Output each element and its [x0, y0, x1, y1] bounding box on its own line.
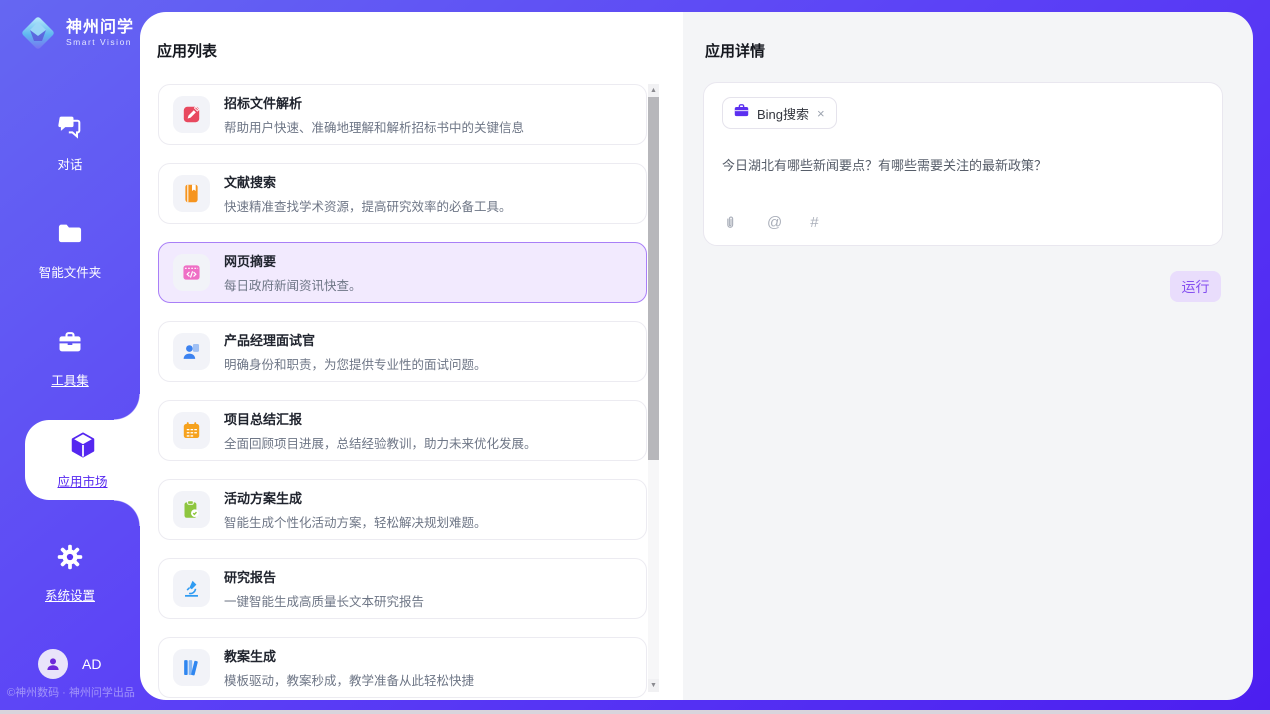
sidebar-footer: ©神州数码 · 神州问学出品 — [7, 684, 135, 700]
app-detail-panel: 应用详情 Bing搜索 × 今日湖北有哪些新闻要点？有哪些需要关注的最新政策？ — [683, 12, 1253, 700]
scrollbar[interactable]: ▲ ▼ — [648, 84, 659, 692]
calendar-icon — [173, 412, 210, 449]
brand: 神州问学 Smart Vision — [18, 13, 134, 53]
app-name: 项目总结汇报 — [224, 409, 537, 428]
app-name: 网页摘要 — [224, 251, 362, 270]
mention-icon[interactable]: @ — [767, 214, 782, 231]
app-list-title: 应用列表 — [157, 40, 217, 61]
app-card[interactable]: 网页摘要 每日政府新闻资讯快查。 — [158, 242, 647, 303]
sidebar-item-toolset[interactable]: 工具集 — [0, 328, 140, 389]
sidebar: 神州问学 Smart Vision 对话 智能文件夹 工具集 — [0, 0, 140, 710]
app-detail-title: 应用详情 — [705, 40, 765, 61]
scroll-down-button[interactable]: ▼ — [648, 679, 659, 692]
sidebar-item-label: 智能文件夹 — [39, 262, 102, 281]
app-card[interactable]: 项目总结汇报 全面回顾项目进展，总结经验教训，助力未来优化发展。 — [158, 400, 647, 461]
run-button[interactable]: 运行 — [1170, 271, 1221, 302]
avatar — [38, 649, 68, 679]
user-account[interactable]: AD — [38, 649, 101, 679]
app-card[interactable]: 产品经理面试官 明确身份和职责，为您提供专业性的面试问题。 — [158, 321, 647, 382]
app-list: 招标文件解析 帮助用户快速、准确地理解和解析招标书中的关键信息 文献搜索 快速精… — [158, 84, 648, 700]
gear-icon — [56, 543, 84, 576]
app-description: 模板驱动，教案秒成，教学准备从此轻松快捷 — [224, 670, 474, 689]
app-name: 文献搜索 — [224, 172, 512, 191]
app-description: 全面回顾项目进展，总结经验教训，助力未来优化发展。 — [224, 433, 537, 452]
prompt-text[interactable]: 今日湖北有哪些新闻要点？有哪些需要关注的最新政策？ — [722, 155, 1204, 174]
book-icon — [173, 175, 210, 212]
app-card[interactable]: 活动方案生成 智能生成个性化活动方案，轻松解决规划难题。 — [158, 479, 647, 540]
chat-icon — [56, 112, 84, 145]
app-name: 研究报告 — [224, 567, 424, 586]
cube-icon — [68, 430, 98, 465]
attachment-icon[interactable] — [722, 214, 739, 231]
app-card[interactable]: 研究报告 一键智能生成高质量长文本研究报告 — [158, 558, 647, 619]
research-icon — [173, 570, 210, 607]
app-description: 每日政府新闻资讯快查。 — [224, 275, 362, 294]
briefcase-icon — [733, 102, 750, 124]
sidebar-item-chat[interactable]: 对话 — [0, 112, 140, 173]
brand-subtitle: Smart Vision — [66, 37, 134, 47]
folder-icon — [56, 220, 84, 253]
sidebar-item-smart-folder[interactable]: 智能文件夹 — [0, 220, 140, 281]
app-card[interactable]: 文献搜索 快速精准查找学术资源，提高研究效率的必备工具。 — [158, 163, 647, 224]
sidebar-item-app-market[interactable]: 应用市场 — [25, 420, 140, 500]
sidebar-item-label: 对话 — [57, 154, 82, 173]
app-description: 快速精准查找学术资源，提高研究效率的必备工具。 — [224, 196, 512, 215]
tool-chip-bing-search[interactable]: Bing搜索 × — [722, 97, 837, 129]
sidebar-item-label: 系统设置 — [45, 585, 95, 604]
brand-name: 神州问学 — [66, 19, 134, 37]
app-card[interactable]: 招标文件解析 帮助用户快速、准确地理解和解析招标书中的关键信息 — [158, 84, 647, 145]
app-name: 产品经理面试官 — [224, 330, 487, 349]
tool-chip-label: Bing搜索 — [757, 104, 809, 123]
scroll-thumb[interactable] — [648, 97, 659, 460]
scroll-up-button[interactable]: ▲ — [648, 84, 659, 97]
app-description: 帮助用户快速、准确地理解和解析招标书中的关键信息 — [224, 117, 524, 136]
app-description: 明确身份和职责，为您提供专业性的面试问题。 — [224, 354, 487, 373]
app-name: 教案生成 — [224, 646, 474, 665]
app-card[interactable]: 教案生成 模板驱动，教案秒成，教学准备从此轻松快捷 — [158, 637, 647, 698]
user-name: AD — [82, 656, 101, 672]
main-content: 应用列表 招标文件解析 帮助用户快速、准确地理解和解析招标书中的关键信息 文献搜… — [140, 12, 1253, 700]
app-list-panel: 应用列表 招标文件解析 帮助用户快速、准确地理解和解析招标书中的关键信息 文献搜… — [140, 12, 683, 700]
interviewer-icon — [173, 333, 210, 370]
hash-icon[interactable]: # — [810, 214, 818, 231]
toolbox-icon — [56, 328, 84, 361]
composer-toolbar: @ # — [722, 214, 1204, 231]
browser-icon — [173, 254, 210, 291]
sidebar-item-label: 应用市场 — [57, 471, 107, 490]
books-icon — [173, 649, 210, 686]
close-icon[interactable]: × — [816, 106, 826, 121]
app-name: 招标文件解析 — [224, 93, 524, 112]
app-description: 一键智能生成高质量长文本研究报告 — [224, 591, 424, 610]
sidebar-item-label: 工具集 — [51, 370, 89, 389]
person-icon — [44, 655, 62, 673]
sidebar-item-settings[interactable]: 系统设置 — [0, 543, 140, 604]
app-description: 智能生成个性化活动方案，轻松解决规划难题。 — [224, 512, 487, 531]
bottom-strip — [0, 710, 1270, 714]
diamond-logo-icon — [18, 13, 58, 53]
app-name: 活动方案生成 — [224, 488, 487, 507]
doc-edit-icon — [173, 96, 210, 133]
clipboard-icon — [173, 491, 210, 528]
prompt-composer[interactable]: Bing搜索 × 今日湖北有哪些新闻要点？有哪些需要关注的最新政策？ @ # — [703, 82, 1223, 246]
